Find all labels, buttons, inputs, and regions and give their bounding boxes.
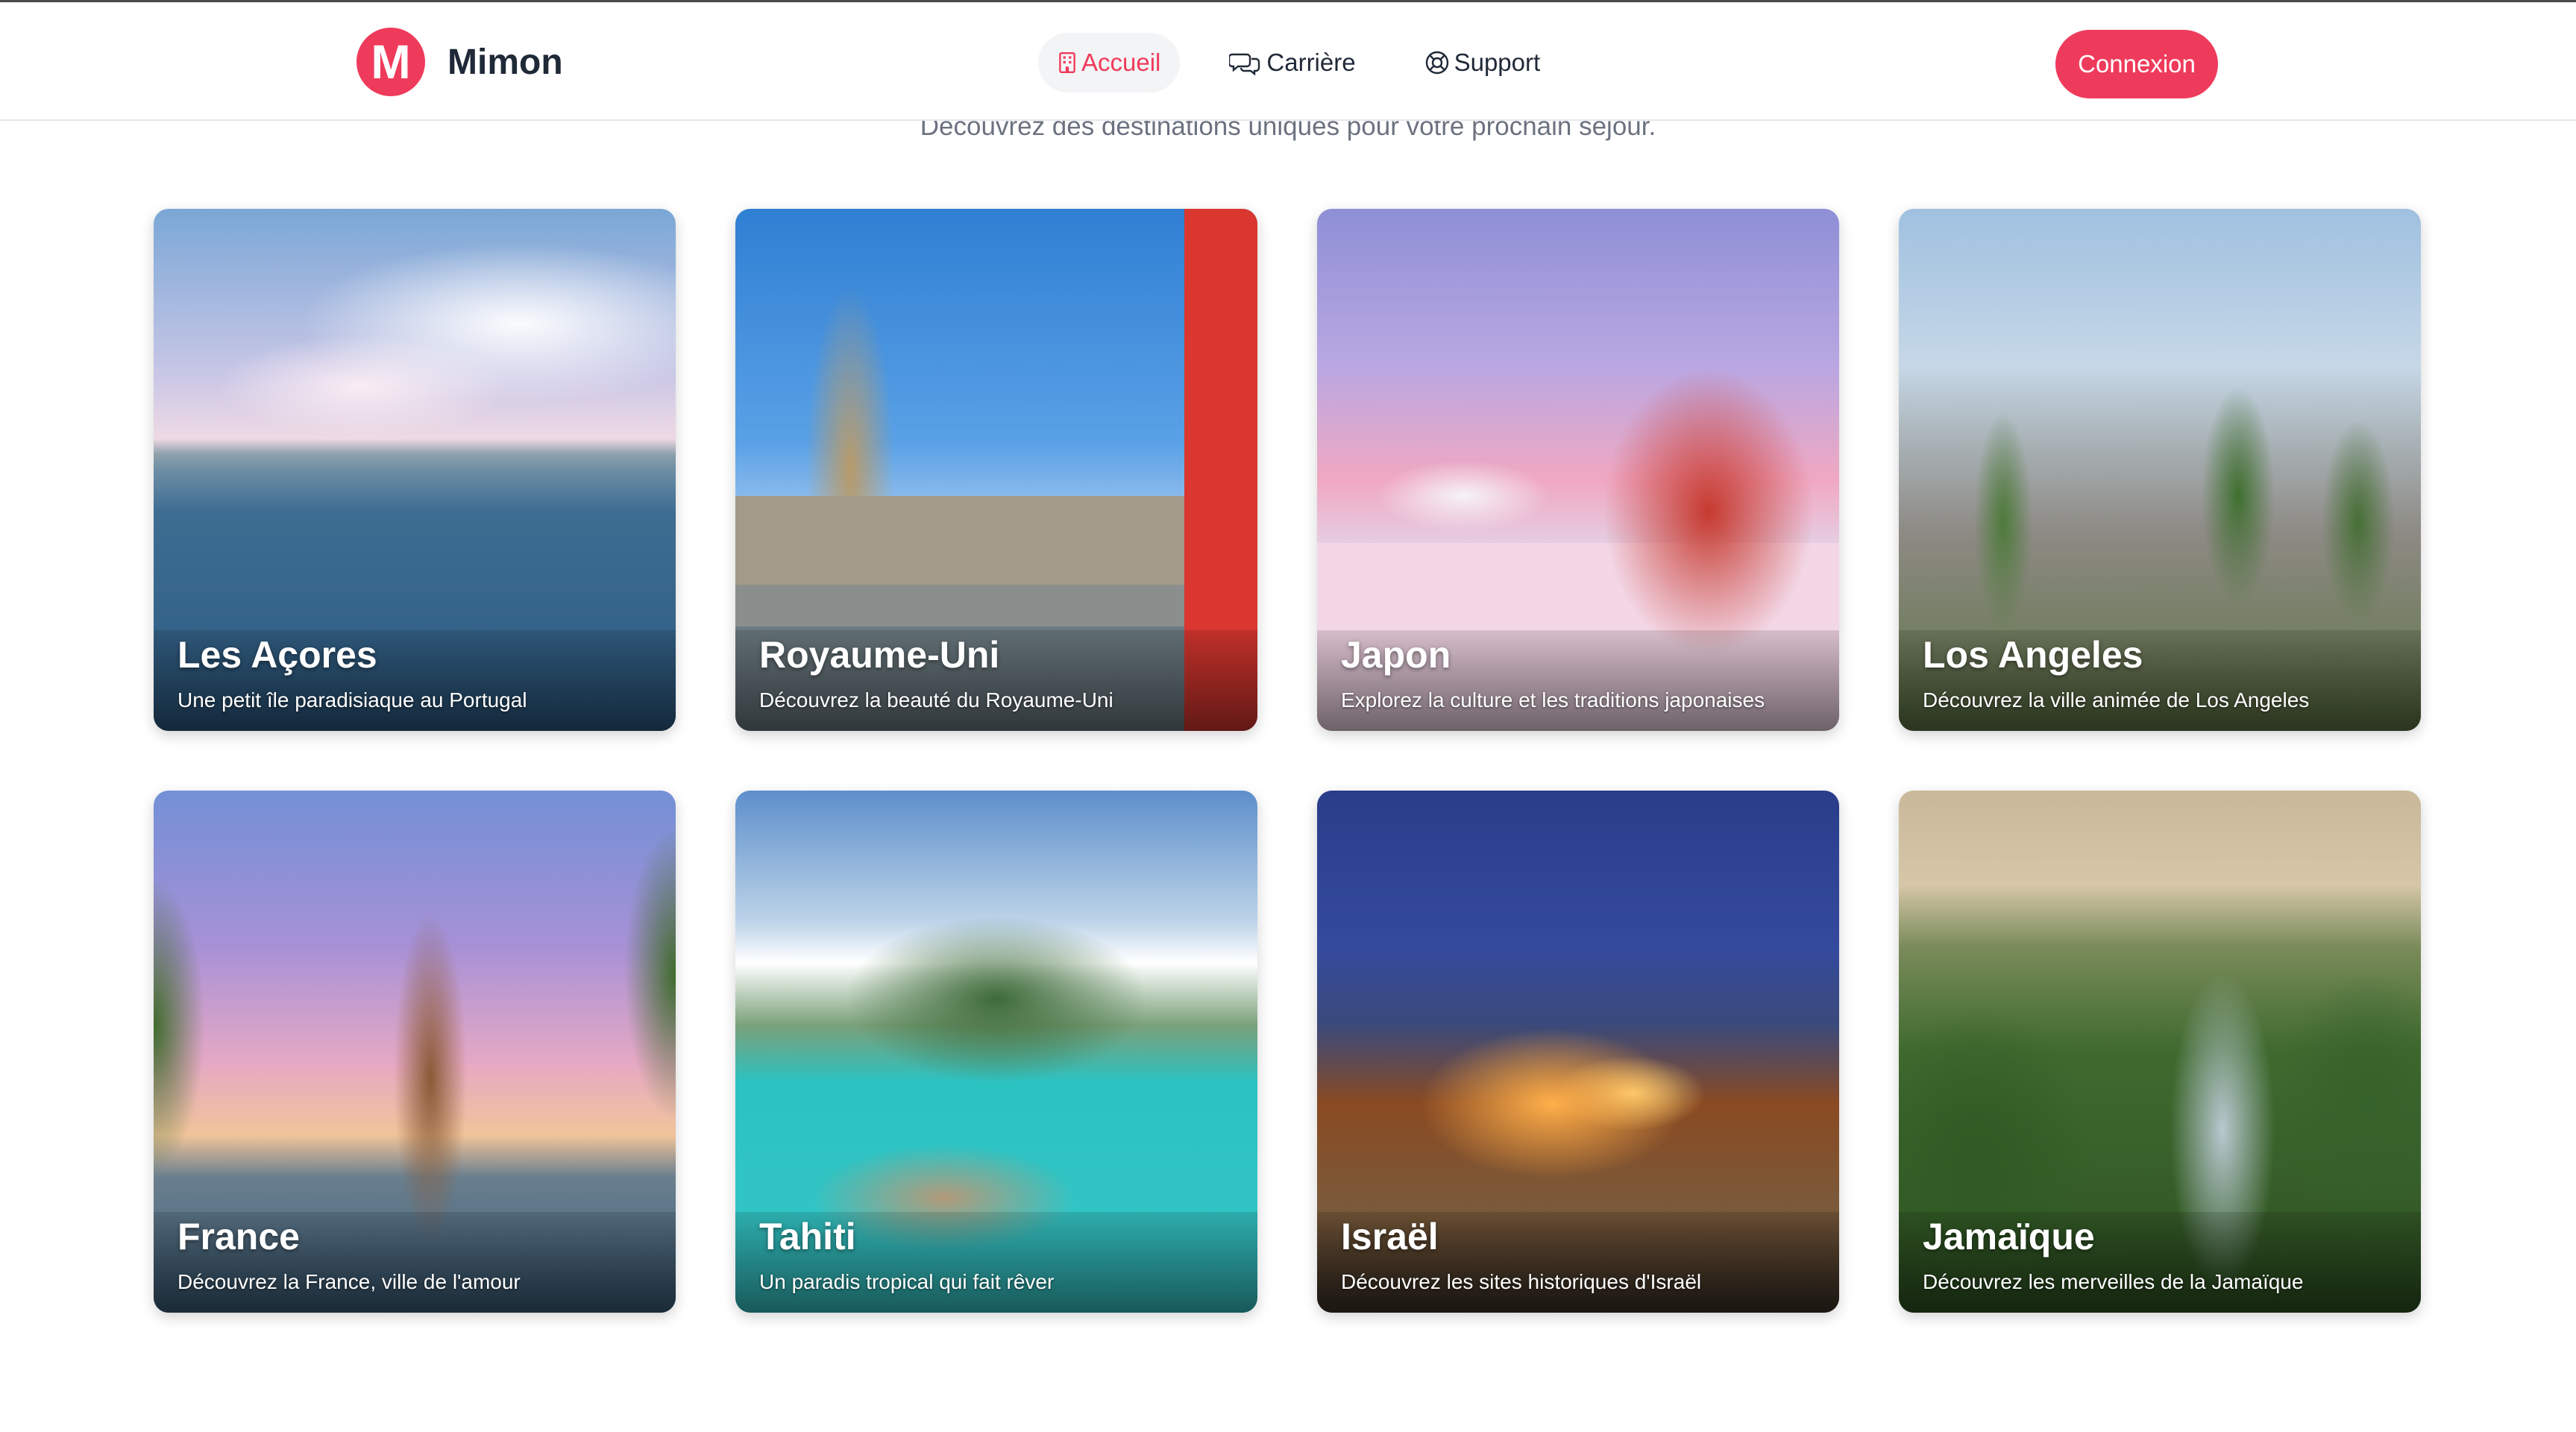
card-description: Découvrez la France, ville de l'amour: [178, 1270, 521, 1293]
card-caption: Tahiti Un paradis tropical qui fait rêve…: [735, 1212, 1257, 1313]
nav-item-accueil[interactable]: Accueil: [1038, 33, 1181, 92]
card-title: Israël: [1341, 1216, 1439, 1257]
card-description: Découvrez la beauté du Royaume-Uni: [759, 688, 1113, 712]
card-description: Découvrez la ville animée de Los Angeles: [1923, 688, 2310, 712]
destination-card-france[interactable]: France Découvrez la France, ville de l'a…: [154, 791, 676, 1313]
card-description: Un paradis tropical qui fait rêver: [759, 1270, 1055, 1293]
nav-item-carriere[interactable]: Carrière: [1210, 33, 1375, 92]
destination-card-los-angeles[interactable]: Los Angeles Découvrez la ville animée de…: [1899, 209, 2421, 731]
card-title: Jamaïque: [1923, 1216, 2095, 1257]
card-description: Une petit île paradisiaque au Portugal: [178, 688, 527, 712]
nav-label: Support: [1454, 48, 1541, 76]
destination-card-acores[interactable]: Les Açores Une petit île paradisiaque au…: [154, 209, 676, 731]
login-button[interactable]: Connexion: [2055, 30, 2218, 98]
building-icon: [1059, 51, 1075, 74]
top-navbar: M Mimon Accueil Carrière Support Connexi…: [0, 0, 2576, 121]
nav-item-support[interactable]: Support: [1405, 33, 1560, 92]
logo-icon: M: [356, 28, 425, 96]
destination-card-tahiti[interactable]: Tahiti Un paradis tropical qui fait rêve…: [735, 791, 1257, 1313]
card-caption: Jamaïque Découvrez les merveilles de la …: [1899, 1212, 2421, 1313]
lifebuoy-icon: [1425, 51, 1448, 75]
card-description: Découvrez les sites historiques d'Israël: [1341, 1270, 1702, 1293]
page: Découvrez des destinations uniques pour …: [0, 0, 2576, 1432]
card-caption: Los Angeles Découvrez la ville animée de…: [1899, 630, 2421, 731]
chat-bubbles-icon: [1229, 53, 1260, 75]
card-description: Découvrez les merveilles de la Jamaïque: [1923, 1270, 2304, 1293]
card-description: Explorez la culture et les traditions ja…: [1341, 688, 1765, 712]
main-nav: Accueil Carrière Support: [1038, 32, 1589, 93]
logo-letter: M: [371, 35, 411, 89]
card-caption: Royaume-Uni Découvrez la beauté du Royau…: [735, 630, 1257, 731]
card-caption: Les Açores Une petit île paradisiaque au…: [154, 630, 676, 731]
brand[interactable]: M Mimon: [356, 28, 563, 96]
destination-card-israel[interactable]: Israël Découvrez les sites historiques d…: [1317, 791, 1839, 1313]
destination-card-japon[interactable]: Japon Explorez la culture et les traditi…: [1317, 209, 1839, 731]
card-title: Royaume-Uni: [759, 634, 1000, 676]
card-title: Tahiti: [759, 1216, 856, 1257]
nav-label: Carrière: [1266, 48, 1356, 76]
card-title: France: [178, 1216, 300, 1257]
card-caption: Japon Explorez la culture et les traditi…: [1317, 630, 1839, 731]
nav-label: Accueil: [1081, 48, 1161, 76]
card-caption: Israël Découvrez les sites historiques d…: [1317, 1212, 1839, 1313]
brand-name: Mimon: [447, 42, 563, 82]
card-title: Les Açores: [178, 634, 377, 676]
destination-card-royaume-uni[interactable]: Royaume-Uni Découvrez la beauté du Royau…: [735, 209, 1257, 731]
card-title: Japon: [1341, 634, 1451, 676]
card-caption: France Découvrez la France, ville de l'a…: [154, 1212, 676, 1313]
destination-card-jamaique[interactable]: Jamaïque Découvrez les merveilles de la …: [1899, 791, 2421, 1313]
card-title: Los Angeles: [1923, 634, 2143, 676]
